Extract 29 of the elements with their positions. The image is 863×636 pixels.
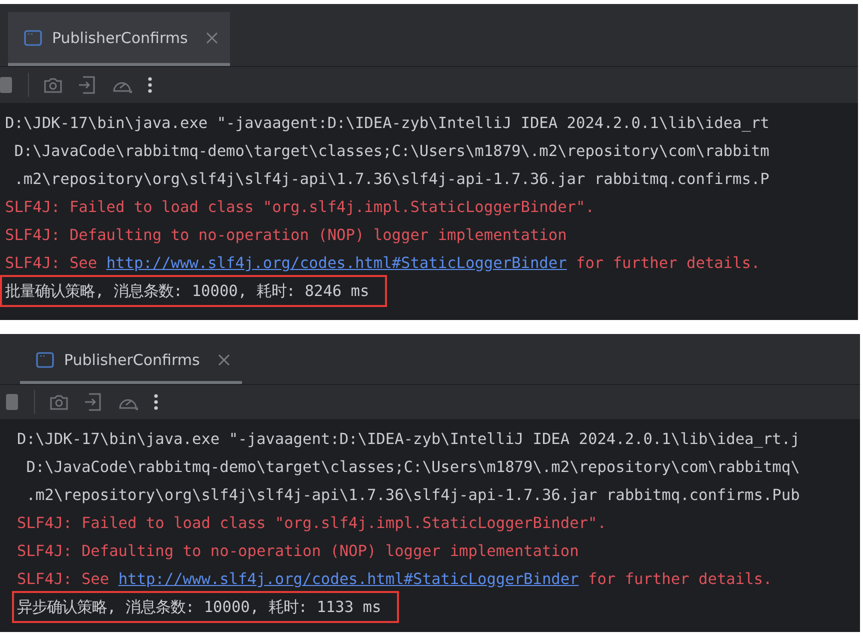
command-line: D:\JavaCode\rabbitmq-demo\target\classes;C:\Users\m1879\.m2\repository\com\rabbitmq\: [25, 457, 800, 478]
command-line: .m2\repository\org\slf4j\slf4j-api\1.7.36\slf4j-api-1.7.36.jar rabbitmq.confirms.P: [13, 169, 770, 190]
command-line: D:\JavaCode\rabbitmq-demo\target\classes;C:\Users\m1879\.m2\repository\com\rabbitm: [13, 141, 770, 162]
result-line: 异步确认策略, 消息条数: 10000, 耗时: 1133 ms: [14, 593, 398, 621]
run-tab[interactable]: PublisherConfirms: [8, 12, 230, 66]
window-icon: [24, 30, 42, 46]
link[interactable]: http://www.slf4j.org/codes.html#StaticLoggerBinder: [106, 254, 567, 272]
camera-icon[interactable]: [49, 393, 69, 411]
more-icon[interactable]: [153, 393, 159, 411]
close-icon[interactable]: [218, 354, 230, 366]
log-line: SLF4J: Failed to load class "org.slf4j.impl.StaticLoggerBinder".: [17, 513, 606, 534]
log-line: SLF4J: See http://www.slf4j.org/codes.html#StaticLoggerBinder for further details.: [17, 569, 772, 590]
command-line: D:\JDK-17\bin\java.exe "-javaagent:D:\IDEA-zyb\IntelliJ IDEA 2024.2.0.1\lib\idea_rt: [5, 113, 770, 134]
log-line: SLF4J: Defaulting to no-operation (NOP) logger implementation: [17, 541, 579, 562]
command-line: .m2\repository\org\slf4j\slf4j-api\1.7.36\slf4j-api-1.7.36.jar rabbitmq.confirms.Pub: [25, 485, 800, 506]
result-line: 批量确认策略, 消息条数: 10000, 耗时: 8246 ms: [2, 277, 386, 305]
close-icon[interactable]: [206, 32, 218, 44]
link[interactable]: http://www.slf4j.org/codes.html#StaticLoggerBinder: [118, 570, 579, 588]
camera-icon[interactable]: [43, 76, 63, 94]
log-line: SLF4J: See http://www.slf4j.org/codes.html#StaticLoggerBinder for further details.: [5, 253, 760, 274]
log-line: SLF4J: Failed to load class "org.slf4j.impl.StaticLoggerBinder".: [5, 197, 594, 218]
stop-icon[interactable]: [0, 76, 14, 94]
import-icon[interactable]: [83, 392, 103, 412]
command-line: D:\JDK-17\bin\java.exe "-javaagent:D:\IDEA-zyb\IntelliJ IDEA 2024.2.0.1\lib\idea_rt.j: [17, 429, 800, 450]
stop-icon[interactable]: [6, 393, 20, 411]
import-icon[interactable]: [77, 75, 97, 95]
window-icon: [36, 352, 54, 368]
log-line: SLF4J: Defaulting to no-operation (NOP) logger implementation: [5, 225, 567, 246]
more-icon[interactable]: [147, 76, 153, 94]
